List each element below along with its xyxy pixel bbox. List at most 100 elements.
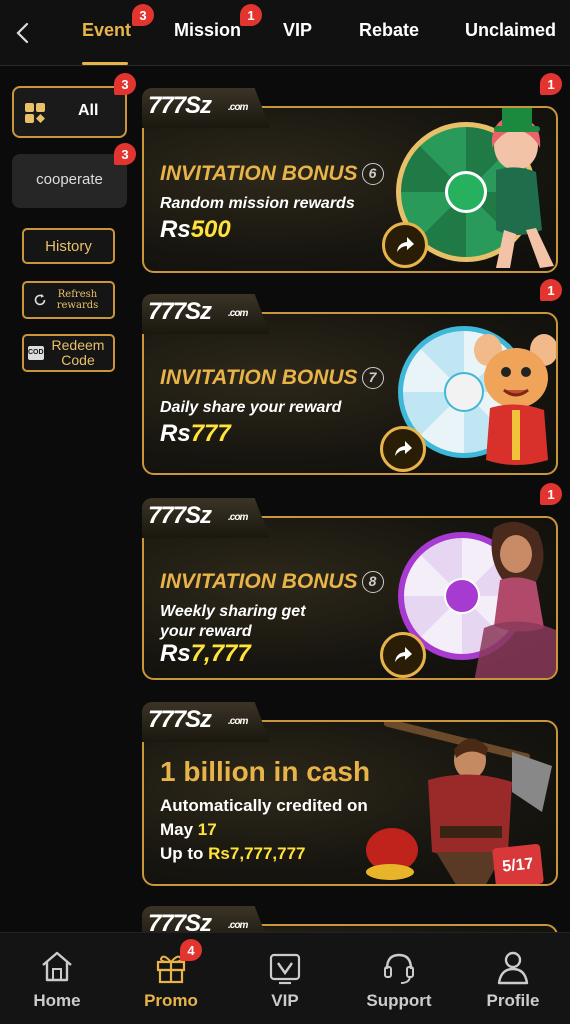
tab-event-label: Event	[82, 20, 132, 40]
leprechaun-girl-image	[492, 108, 554, 268]
promo-banner-invitation-7[interactable]: INVITATION BONUS 7 Daily share your rewar…	[142, 279, 562, 479]
tab-rebate[interactable]: Rebate	[359, 20, 419, 41]
headset-icon	[384, 953, 414, 984]
tab-vip-label: VIP	[283, 20, 313, 40]
banner-card: INVITATION BONUS 6 Random mission rewards…	[142, 106, 558, 273]
banner-number: 7	[361, 367, 384, 390]
active-tab-indicator	[82, 62, 128, 65]
category-all-label: All	[78, 102, 99, 119]
category-cooperate-label: cooperate	[36, 171, 103, 188]
nav-promo-badge: 4	[180, 939, 202, 961]
tab-unclaimed-label: Unclaimed	[465, 20, 557, 40]
banner-number: 6	[361, 163, 384, 186]
tab-vip[interactable]: VIP	[283, 20, 312, 41]
tab-unclaimed[interactable]: Unclaimed	[465, 20, 556, 41]
banner-title-text: INVITATION BONUS	[160, 366, 358, 389]
share-button[interactable]	[382, 222, 428, 268]
banner-line2-label: May	[160, 820, 198, 839]
brand-logo: 777Sz .com	[142, 702, 270, 742]
banner-line3-amount: Rs7,777,777	[208, 844, 306, 863]
nav-support-label: Support	[366, 991, 432, 1010]
brand-logo-text: 777Sz	[148, 502, 212, 529]
share-button[interactable]	[380, 632, 426, 678]
chevron-left-icon	[16, 22, 29, 44]
share-arrow-icon	[395, 647, 412, 662]
nav-profile-label: Profile	[486, 991, 540, 1010]
banner-subtitle: Daily share your reward	[160, 399, 342, 416]
promo-banner-invitation-6[interactable]: INVITATION BONUS 6 Random mission rewards…	[142, 73, 562, 273]
refresh-rewards-label: Refresh rewards	[56, 289, 99, 311]
nav-home-label: Home	[33, 991, 81, 1010]
nav-promo[interactable]: 4 Promo	[114, 933, 228, 1024]
promo-page: Event 3 Mission 1 VIP Rebate Unclaimed A…	[0, 0, 570, 1024]
amount-value: 7,777	[190, 640, 251, 667]
promo-banner-invitation-8[interactable]: INVITATION BONUS 8 Weekly sharing get you…	[142, 483, 562, 683]
tab-mission-label: Mission	[174, 20, 242, 40]
hamster-mascot-image	[474, 334, 556, 465]
nav-profile[interactable]: Profile	[456, 933, 570, 1024]
tab-event-badge: 3	[132, 4, 154, 26]
banner-title-text: INVITATION BONUS	[160, 162, 358, 185]
banner-badge: 1	[540, 279, 562, 301]
redeem-code-button[interactable]: CODE Redeem Code	[22, 334, 115, 372]
history-label: History	[45, 237, 92, 255]
back-button[interactable]	[10, 18, 36, 48]
tab-mission[interactable]: Mission	[174, 20, 241, 41]
amount-value: 777	[190, 420, 231, 447]
nav-home[interactable]: Home	[0, 933, 114, 1024]
brand-logo-text: 777Sz	[148, 298, 212, 325]
banner-title-text: INVITATION BONUS	[160, 570, 358, 593]
brand-logo-text: 777Sz	[148, 92, 212, 119]
nav-vip-label: VIP	[271, 991, 299, 1010]
brand-logo-suffix: .com	[228, 102, 248, 113]
vip-icon	[269, 953, 301, 985]
banner-card: INVITATION BONUS 8 Weekly sharing get you…	[142, 516, 558, 680]
brand-logo: 777Sz .com	[142, 88, 270, 128]
share-button[interactable]	[380, 426, 426, 472]
history-button[interactable]: History	[22, 228, 115, 264]
refresh-icon	[34, 294, 45, 306]
nav-vip[interactable]: VIP	[228, 933, 342, 1024]
brand-logo-text: 777Sz	[148, 706, 212, 733]
brand-logo-suffix: .com	[228, 920, 248, 931]
tab-mission-badge: 1	[240, 4, 262, 26]
banner-badge: 1	[540, 73, 562, 95]
banner-amount: Rs500	[160, 216, 231, 244]
tab-event[interactable]: Event	[82, 20, 131, 41]
banner-title: INVITATION BONUS 7	[160, 366, 384, 390]
banner-subtitle-line2: your reward	[160, 623, 252, 640]
banner-line3: Up to Rs7,777,777	[160, 842, 306, 866]
currency-label: Rs	[160, 216, 191, 243]
banner-subtitle: Random mission rewards	[160, 195, 355, 212]
user-icon	[497, 951, 529, 985]
banner-line2: May 17	[160, 818, 217, 842]
brand-logo-suffix: .com	[228, 512, 248, 523]
brand-logo-suffix: .com	[228, 716, 248, 727]
banner-subtitle-line1: Weekly sharing get	[160, 603, 306, 620]
banner-amount: Rs7,777	[160, 640, 251, 668]
currency-label: Rs	[160, 420, 191, 447]
promo-banner-billion-cash[interactable]: 5/17 1 billion in cash Automatically cre…	[142, 702, 558, 886]
banner-card: INVITATION BONUS 7 Daily share your rewar…	[142, 312, 558, 475]
category-cooperate-badge: 3	[114, 143, 136, 165]
category-cooperate[interactable]: cooperate	[12, 154, 127, 208]
brand-logo-suffix: .com	[228, 308, 248, 319]
category-all-badge: 3	[114, 73, 136, 95]
banner-card: 5/17 1 billion in cash Automatically cre…	[142, 720, 558, 886]
banner-title: INVITATION BONUS 8	[160, 570, 384, 594]
nav-support[interactable]: Support	[342, 933, 456, 1024]
brand-logo: 777Sz .com	[142, 498, 270, 538]
brand-logo: 777Sz .com	[142, 294, 270, 334]
grid-icon	[25, 103, 45, 123]
redeem-code-label: Redeem Code	[51, 337, 105, 368]
refresh-rewards-button[interactable]: Refresh rewards	[22, 281, 115, 319]
banner-line1: Automatically credited on	[160, 796, 368, 815]
category-all[interactable]: All	[12, 86, 127, 138]
nav-promo-label: Promo	[144, 991, 198, 1010]
code-icon: CODE	[28, 346, 48, 360]
share-arrow-icon	[397, 237, 414, 252]
top-tab-bar: Event 3 Mission 1 VIP Rebate Unclaimed	[0, 0, 570, 66]
banner-badge: 1	[540, 483, 562, 505]
banner-title: INVITATION BONUS 6	[160, 162, 384, 186]
banner-title: 1 billion in cash	[160, 756, 371, 787]
